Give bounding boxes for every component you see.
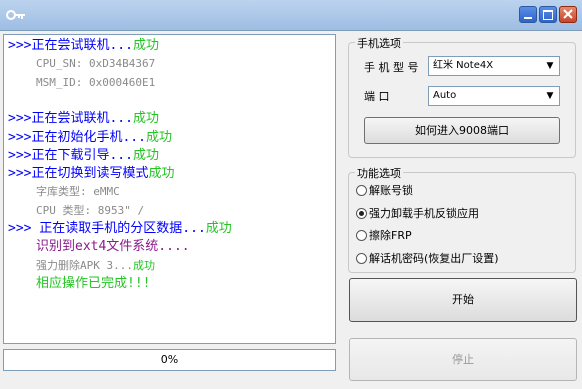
function-options-label: 功能选项	[355, 165, 403, 181]
radio-label: 解话机密码(恢复出厂设置)	[369, 252, 499, 265]
progress-bar: 0%	[3, 349, 336, 371]
log-line: 识别到ext4文件系统....	[8, 238, 190, 256]
radio-indicator	[356, 185, 367, 196]
port-value: Auto	[433, 90, 457, 101]
log-console: >>>正在尝试联机...成功 CPU_SN: 0xD34B4367 MSM_ID: …	[3, 34, 336, 344]
log-line-text: 相应操作已完成!!!	[36, 275, 151, 291]
log-line-text: CPU_SN: 0xD34B4367	[36, 57, 156, 71]
title-bar	[0, 0, 582, 31]
log-line: >>>正在尝试联机...成功	[8, 37, 159, 55]
stop-button[interactable]: 停止	[349, 338, 577, 381]
log-line-text: 识别到ext4文件系统....	[36, 239, 190, 255]
maximize-button[interactable]	[539, 6, 557, 23]
maximize-icon	[543, 10, 553, 20]
log-line-status: 成功	[132, 147, 159, 163]
log-line-text: >>> 正在读取手机的分区数据...	[8, 221, 206, 236]
log-line-text: >>>正在切换到读写模式	[8, 166, 149, 182]
log-line-text: >>>正在尝试联机...	[8, 38, 133, 53]
log-line: MSM_ID: 0x000460E1	[8, 74, 155, 92]
log-line-status: 成功	[145, 129, 172, 145]
log-line-status: 成功	[132, 258, 155, 272]
log-line: >>>正在切换到读写模式成功	[8, 165, 175, 183]
log-line: >>>正在初始化手机...成功	[8, 129, 172, 147]
close-button[interactable]	[559, 6, 577, 23]
log-line-text: >>>正在初始化手机...	[8, 129, 146, 145]
log-line: >>> 正在读取手机的分区数据...成功	[8, 220, 232, 238]
radio-erase-frp[interactable]: 擦除FRP	[356, 227, 412, 243]
close-icon	[563, 9, 573, 19]
chevron-down-icon: ▼	[546, 61, 554, 71]
progress-label: 0%	[160, 353, 179, 366]
radio-label: 解账号锁	[369, 184, 413, 197]
log-line: CPU 类型: 8953" /	[8, 202, 144, 220]
log-line: 强力删除APK 3...成功	[8, 257, 155, 275]
radio-indicator	[356, 230, 367, 241]
log-line-status: 成功	[132, 38, 159, 53]
log-line-text: >>>正在尝试联机...	[8, 111, 133, 127]
port-label: 端 口	[364, 90, 390, 103]
radio-unlock-password[interactable]: 解话机密码(恢复出厂设置)	[356, 250, 499, 266]
minimize-icon	[524, 17, 532, 19]
key-icon	[6, 10, 25, 20]
radio-unlock-account[interactable]: 解账号锁	[356, 182, 413, 198]
log-line-text: 强力删除APK 3...	[36, 258, 133, 272]
port-select[interactable]: Auto ▼	[428, 86, 560, 106]
model-select[interactable]: 红米 Note4X ▼	[428, 56, 560, 76]
log-line-status: 成功	[205, 221, 232, 236]
log-line-text: CPU 类型: 8953" /	[36, 203, 145, 217]
log-line-status: 成功	[148, 166, 175, 182]
minimize-button[interactable]	[519, 6, 537, 23]
enter-9008-button[interactable]: 如何进入9008端口	[364, 117, 560, 144]
log-line-status: 成功	[132, 111, 159, 127]
log-line: CPU_SN: 0xD34B4367	[8, 55, 155, 73]
radio-indicator	[356, 253, 367, 264]
phone-options-label: 手机选项	[355, 35, 403, 51]
start-button[interactable]: 开始	[349, 278, 577, 322]
model-label: 手 机 型 号	[364, 61, 419, 74]
log-line-text: MSM_ID: 0x000460E1	[36, 75, 156, 89]
window-title	[36, 7, 496, 23]
log-line: 字库类型: eMMC	[8, 183, 120, 201]
model-value: 红米 Note4X	[433, 60, 494, 71]
chevron-down-icon: ▼	[546, 91, 554, 101]
radio-force-uninstall[interactable]: 强力卸载手机反锁应用	[356, 205, 479, 221]
radio-label: 强力卸载手机反锁应用	[369, 207, 479, 220]
log-line: >>>正在下载引导...成功	[8, 147, 159, 165]
log-line: >>>正在尝试联机...成功	[8, 110, 159, 128]
radio-indicator	[356, 208, 367, 219]
log-line: 相应操作已完成!!!	[8, 275, 150, 293]
log-line-text: >>>正在下载引导...	[8, 147, 133, 163]
radio-label: 擦除FRP	[369, 229, 412, 242]
log-line-text: 字库类型: eMMC	[36, 185, 120, 199]
